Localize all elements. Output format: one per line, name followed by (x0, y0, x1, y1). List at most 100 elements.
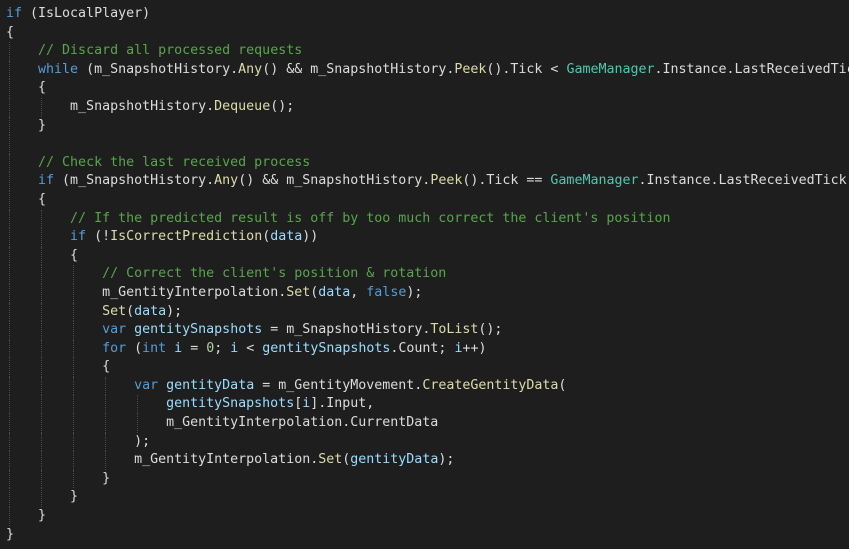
code-token: .Instance.LastReceivedTick) (638, 173, 849, 189)
code-token: )) (302, 229, 319, 245)
code-token: gentityData (166, 377, 255, 393)
code-line[interactable]: // Correct the client's position & rotat… (6, 265, 849, 284)
indent-guide (41, 451, 42, 470)
code-line[interactable]: if (IsLocalPlayer) (6, 5, 849, 24)
code-line[interactable]: } (6, 116, 849, 136)
code-token: gentitySnapshots (134, 322, 263, 338)
indent-guide (73, 283, 74, 303)
code-line[interactable]: // Discard all processed requests (6, 42, 849, 61)
code-line[interactable]: { (6, 79, 849, 98)
code-token: { (6, 24, 15, 40)
code-token: = m_SnapshotHistory. (262, 322, 431, 338)
code-token: ().Tick == (462, 173, 551, 189)
indent-guide (73, 469, 74, 489)
indentation (6, 471, 102, 486)
code-line[interactable]: Set(data); (6, 302, 849, 322)
code-token: ( (558, 377, 567, 393)
indent-guide (41, 228, 42, 247)
code-line[interactable]: { (6, 24, 849, 43)
indent-guide (105, 414, 106, 433)
indentation (6, 211, 70, 226)
indent-guide (73, 414, 74, 433)
code-token: data (134, 303, 167, 319)
code-token: (); (270, 98, 295, 114)
indentation (6, 378, 134, 393)
indentation (6, 266, 102, 281)
code-token: gentitySnapshots (166, 396, 295, 412)
indentation (6, 341, 102, 356)
code-line[interactable] (6, 135, 849, 154)
code-line[interactable]: { (6, 246, 849, 266)
indentation (6, 322, 102, 337)
indent-guide (41, 209, 42, 229)
indent-guide (73, 432, 74, 452)
code-line[interactable]: // If the predicted result is off by too… (6, 209, 849, 229)
indentation (6, 434, 134, 449)
indentation (6, 304, 102, 319)
indentation (6, 452, 134, 467)
code-token: ( (126, 303, 135, 319)
code-line[interactable]: // Check the last received process (6, 153, 849, 173)
code-token: { (38, 191, 47, 207)
code-token: // If the predicted result is off by too… (70, 210, 671, 226)
code-line[interactable]: for (int i = 0; i < gentitySnapshots.Cou… (6, 339, 849, 359)
code-token: gentityData (350, 452, 439, 468)
indent-guide (41, 265, 42, 284)
code-token: (! (86, 229, 111, 245)
code-token: Dequeue (214, 98, 271, 114)
code-token: // Discard all processed requests (38, 43, 303, 59)
code-text-area[interactable]: if (IsLocalPlayer){ // Discard all proce… (6, 5, 849, 544)
code-line[interactable]: m_GentityInterpolation.Set(data, false); (6, 283, 849, 303)
code-line[interactable]: } (6, 469, 849, 489)
code-token: Peek (430, 173, 463, 189)
code-line[interactable]: m_GentityInterpolation.Set(gentityData); (6, 451, 849, 470)
code-line[interactable]: { (6, 190, 849, 210)
indent-guide (9, 283, 10, 303)
code-line[interactable]: gentitySnapshots[i].Input, (6, 395, 849, 415)
code-line[interactable]: ); (6, 432, 849, 452)
indent-guide (9, 172, 10, 191)
indentation (6, 248, 70, 263)
code-token: ToList (430, 322, 479, 338)
indent-guide (9, 339, 10, 359)
code-line[interactable]: { (6, 358, 849, 377)
code-token: CreateGentityData (422, 377, 559, 393)
indent-guide (137, 395, 138, 415)
code-token: ); (134, 433, 151, 449)
code-token: // Check the last received process (38, 154, 311, 170)
indent-guide (73, 395, 74, 415)
indent-guide (73, 339, 74, 359)
indent-guide (73, 358, 74, 377)
code-line[interactable]: var gentitySnapshots = m_SnapshotHistory… (6, 321, 849, 340)
code-token: .Instance.LastReceivedTick) (654, 61, 849, 77)
indent-guide (41, 414, 42, 433)
indent-guide (41, 395, 42, 415)
code-line[interactable]: } (6, 488, 849, 508)
code-line[interactable]: } (6, 526, 849, 545)
indentation (6, 173, 38, 188)
code-line[interactable]: while (m_SnapshotHistory.Any() && m_Snap… (6, 60, 849, 80)
indent-guide (9, 507, 10, 526)
indentation (6, 99, 70, 114)
code-token: m_GentityInterpolation. (134, 452, 319, 468)
indent-guide (73, 302, 74, 322)
indent-guide (9, 302, 10, 322)
code-line[interactable]: m_SnapshotHistory.Dequeue(); (6, 97, 849, 117)
code-token: Any (238, 61, 263, 77)
code-editor[interactable]: if (IsLocalPlayer){ // Discard all proce… (0, 0, 849, 549)
code-token: Set (102, 303, 127, 319)
code-token: (IsLocalPlayer) (22, 6, 151, 21)
code-line[interactable]: if (!IsCorrectPrediction(data)) (6, 228, 849, 247)
code-token: ++) (462, 340, 487, 356)
code-token: = (182, 340, 207, 356)
code-token: var (102, 322, 127, 338)
indent-guide (9, 246, 10, 266)
code-token: ); (406, 284, 423, 300)
indentation (6, 489, 70, 504)
code-line[interactable]: if (m_SnapshotHistory.Any() && m_Snapsho… (6, 172, 849, 191)
code-line[interactable]: } (6, 507, 849, 526)
indent-guide (9, 358, 10, 377)
code-line[interactable]: var gentityData = m_GentityMovement.Crea… (6, 376, 849, 396)
code-line[interactable]: m_GentityInterpolation.CurrentData (6, 414, 849, 433)
indentation (6, 155, 38, 170)
